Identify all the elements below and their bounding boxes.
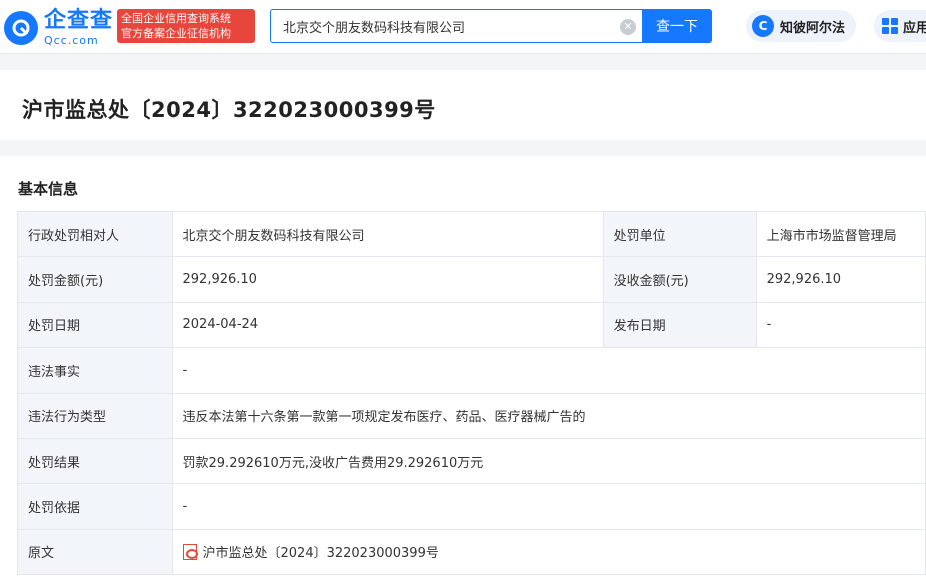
value-confiscated-amount: 292,926.10 (755, 256, 926, 303)
label-party: 行政处罚相对人 (17, 210, 173, 258)
value-violation-facts: - (171, 347, 926, 394)
app-button[interactable]: 应用 (874, 10, 926, 42)
label-violation-type: 违法行为类型 (17, 392, 173, 439)
app-grid-icon (882, 18, 898, 34)
original-doc-link[interactable]: 沪市监总处〔2024〕322023000399号 (171, 528, 926, 576)
search-input[interactable]: 北京交个朋友数码科技有限公司 ✕ (270, 9, 642, 43)
table-row: 处罚金额(元) 292,926.10 没收金额(元) 292,926.10 (17, 256, 926, 303)
value-authority: 上海市市场监督管理局 (755, 210, 926, 258)
label-penalty-amount: 处罚金额(元) (17, 256, 173, 303)
logo-domain: Qcc.com (44, 34, 99, 47)
search-value: 北京交个朋友数码科技有限公司 (283, 20, 466, 36)
label-confiscated-amount: 没收金额(元) (602, 256, 757, 303)
section-title: 基本信息 (18, 180, 79, 198)
zbef-label: 知彼阿尔法 (780, 20, 846, 36)
badge-line-1: 全国企业信用查询系统 (121, 12, 231, 25)
zbef-button[interactable]: C 知彼阿尔法 (746, 10, 856, 42)
table-row: 处罚日期 2024-04-24 发布日期 - (17, 301, 926, 349)
clear-icon[interactable]: ✕ (620, 19, 636, 35)
table-row: 违法事实 - (17, 347, 926, 394)
logo-name: 企查查 (44, 8, 114, 33)
label-penalty-basis: 处罚依据 (17, 483, 173, 530)
party-link[interactable]: 北京交个朋友数码科技有限公司 (171, 210, 604, 258)
top-header: 企查查 Qcc.com 全国企业信用查询系统 官方备案企业征信机构 北京交个朋友… (0, 0, 926, 54)
logo[interactable]: 企查查 Qcc.com (4, 8, 113, 48)
table-row: 违法行为类型 违反本法第十六条第一款第一项规定发布医疗、药品、医疗器械广告的 (17, 392, 926, 439)
value-penalty-result: 罚款29.292610万元,没收广告费用29.292610万元 (171, 437, 926, 485)
badge-line-2: 官方备案企业征信机构 (121, 27, 231, 40)
original-doc-text: 沪市监总处〔2024〕322023000399号 (202, 546, 439, 562)
zbef-icon: C (752, 15, 774, 37)
page-title: 沪市监总处〔2024〕322023000399号 (22, 98, 436, 122)
table-row: 处罚结果 罚款29.292610万元,没收广告费用29.292610万元 (17, 437, 926, 485)
label-penalty-result: 处罚结果 (17, 437, 173, 485)
title-panel: 沪市监总处〔2024〕322023000399号 (0, 70, 926, 140)
official-badge: 全国企业信用查询系统 官方备案企业征信机构 (117, 9, 255, 43)
value-penalty-basis: - (171, 483, 926, 530)
label-publish-date: 发布日期 (602, 301, 757, 349)
basic-info-panel: 基本信息 行政处罚相对人 北京交个朋友数码科技有限公司 处罚单位 上海市市场监督… (0, 156, 926, 586)
value-penalty-date: 2024-04-24 (171, 301, 604, 349)
logo-icon (4, 11, 38, 45)
value-penalty-amount: 292,926.10 (171, 256, 604, 303)
table-row: 处罚依据 - (17, 483, 926, 530)
label-penalty-date: 处罚日期 (17, 301, 173, 349)
table-row: 行政处罚相对人 北京交个朋友数码科技有限公司 处罚单位 上海市市场监督管理局 (17, 210, 926, 258)
info-table: 行政处罚相对人 北京交个朋友数码科技有限公司 处罚单位 上海市市场监督管理局 处… (17, 210, 926, 576)
app-label: 应用 (903, 20, 926, 36)
table-row: 原文 沪市监总处〔2024〕322023000399号 (17, 528, 926, 576)
label-authority: 处罚单位 (602, 210, 757, 258)
label-violation-facts: 违法事实 (17, 347, 173, 394)
search-button[interactable]: 查一下 (642, 9, 712, 43)
value-publish-date: - (755, 301, 926, 349)
value-violation-type: 违反本法第十六条第一款第一项规定发布医疗、药品、医疗器械广告的 (171, 392, 926, 439)
label-original-doc: 原文 (17, 528, 173, 576)
pdf-icon (182, 544, 198, 561)
